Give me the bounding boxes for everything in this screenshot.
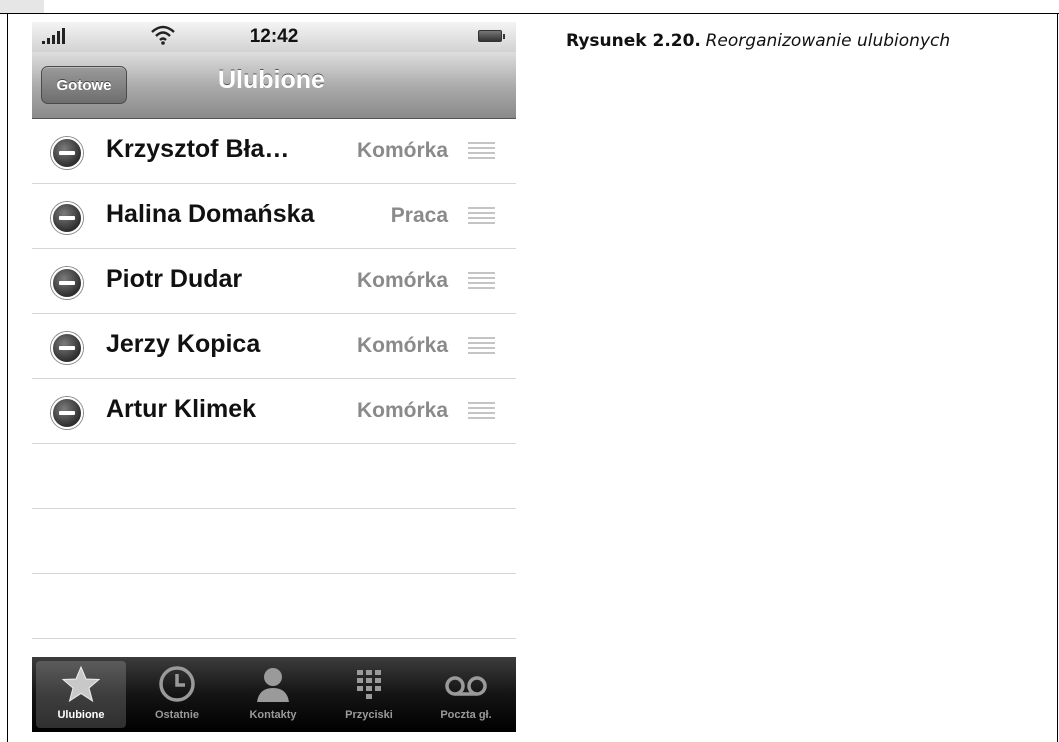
battery-icon [478,30,505,42]
contact-name: Jerzy Kopica [106,330,261,358]
status-bar: 12:42 [32,22,516,52]
tab-favorites[interactable]: Ulubione [36,661,126,728]
reorder-handle-icon[interactable] [468,272,495,290]
tab-bar: Ulubione Ostatnie Kontakty Przyciski Poc… [32,657,516,732]
frame-border-right [1057,13,1058,742]
phone-label: Komórka [356,269,448,292]
reorder-handle-icon[interactable] [468,402,495,420]
delete-minus-icon[interactable] [51,202,83,234]
person-icon [243,661,303,707]
phone-label: Komórka [356,334,448,357]
delete-minus-icon[interactable] [51,397,83,429]
figure-caption-text: Reorganizowanie ulubionych [705,31,951,51]
delete-minus-icon[interactable] [51,267,83,299]
figure-number: Rysunek 2.20. [566,31,701,51]
favorite-row[interactable]: Halina Domańska Praca [32,184,516,249]
phone-label: Komórka [356,399,448,422]
contact-name: Artur Klimek [106,395,257,423]
phone-label: Praca [390,204,448,227]
favorites-list: Krzysztof Bła… Komórka Halina Domańska P… [32,119,516,639]
tab-label: Kontakty [249,709,297,721]
frame-border-top [0,13,1059,14]
reorder-handle-icon[interactable] [468,207,495,225]
tab-contacts[interactable]: Kontakty [225,661,321,728]
tab-recents[interactable]: Ostatnie [129,661,225,728]
tab-label: Przyciski [345,709,393,721]
delete-minus-icon[interactable] [51,332,83,364]
voicemail-icon [436,661,496,707]
favorite-row[interactable]: Artur Klimek Komórka [32,379,516,444]
clock-icon [147,661,207,707]
reorder-handle-icon[interactable] [468,142,495,160]
phone-screen: 12:42 Gotowe Ulubione Krzysztof Bła… Kom… [32,22,516,742]
star-icon [51,661,111,707]
frame-border-left [7,13,8,742]
keypad-icon [339,661,399,707]
empty-row [32,574,516,639]
empty-row [32,444,516,509]
figure-caption: Rysunek 2.20. Reorganizowanie ulubionych [566,31,950,51]
done-button[interactable]: Gotowe [41,66,127,104]
status-time: 12:42 [249,26,299,47]
contact-name: Halina Domańska [106,200,315,228]
page-title: Ulubione [218,66,325,94]
favorite-row[interactable]: Jerzy Kopica Komórka [32,314,516,379]
tab-label: Ulubione [57,709,105,721]
phone-label: Komórka [356,139,448,162]
contact-name: Krzysztof Bła… [106,135,290,163]
tab-keypad[interactable]: Przyciski [321,661,417,728]
page-corner-tab [0,0,44,13]
tab-label: Ostatnie [154,709,199,721]
tab-label: Poczta gł. [440,709,492,721]
empty-row [32,509,516,574]
favorite-row[interactable]: Krzysztof Bła… Komórka [32,119,516,184]
reorder-handle-icon[interactable] [468,337,495,355]
tab-voicemail[interactable]: Poczta gł. [418,661,514,728]
navigation-bar: Gotowe Ulubione [32,52,516,119]
contact-name: Piotr Dudar [106,265,243,293]
delete-minus-icon[interactable] [51,137,83,169]
favorite-row[interactable]: Piotr Dudar Komórka [32,249,516,314]
